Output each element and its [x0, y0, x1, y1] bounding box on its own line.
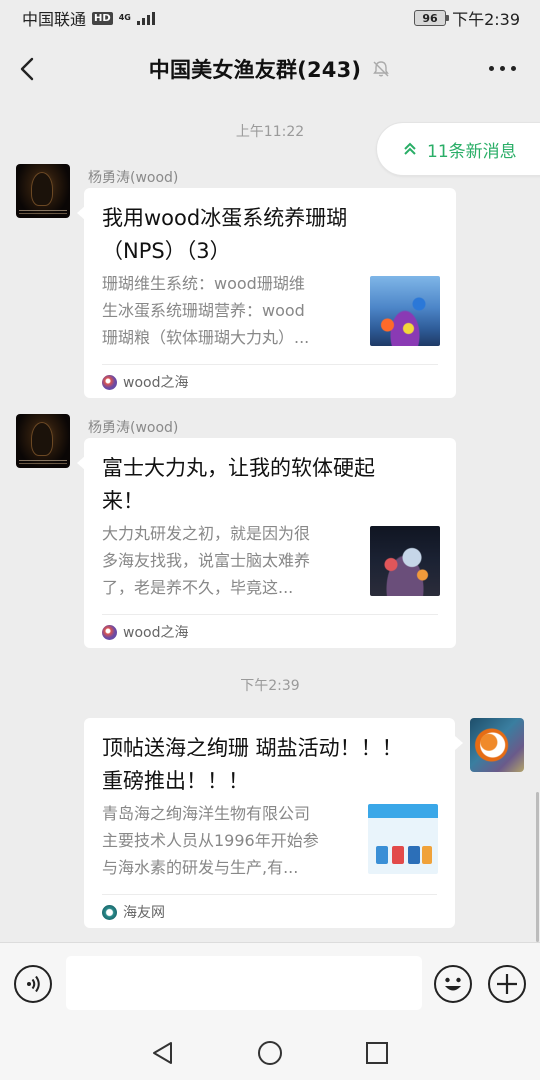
sender-avatar[interactable] — [16, 414, 70, 468]
card-desc-line: 主要技术人员从1996年开始参 — [102, 831, 319, 850]
network-type: 4G — [119, 14, 131, 22]
card-description: 珊瑚维生系统：wood珊瑚维 生冰蛋系统珊瑚营养：wood 珊瑚粮（软体珊瑚大力… — [102, 270, 352, 351]
card-desc-line: 与海水素的研发与生产,有... — [102, 858, 299, 877]
card-desc-line: 青岛海之绚海洋生物有限公司 — [102, 804, 311, 823]
status-right: 96 下午2:39 — [414, 6, 520, 30]
card-divider — [102, 364, 438, 365]
link-card[interactable]: 富士大力丸，让我的软体硬起 来！ 大力丸研发之初，就是因为很 多海友找我，说富士… — [84, 438, 456, 648]
sender-name: 杨勇涛(wood) — [88, 420, 179, 436]
signal-icon — [136, 11, 155, 25]
scrollbar[interactable] — [536, 792, 539, 942]
emoji-button[interactable] — [434, 965, 472, 1003]
nav-home-button[interactable] — [256, 1039, 284, 1067]
card-source: wood之海 — [102, 622, 188, 642]
source-name: wood之海 — [123, 625, 189, 641]
smiley-icon — [445, 977, 461, 991]
card-source: 海友网 — [102, 902, 165, 922]
link-card[interactable]: 我用wood冰蛋系统养珊瑚 （NPS）（3） 珊瑚维生系统：wood珊瑚维 生冰… — [84, 188, 456, 398]
card-desc-line: 多海友找我，说富士脑太难养 — [102, 551, 311, 570]
nav-back-button[interactable] — [149, 1039, 177, 1067]
new-messages-label: 11条新消息 — [427, 141, 517, 162]
new-messages-button[interactable]: 11条新消息 — [376, 122, 540, 176]
status-time: 下午2:39 — [452, 10, 520, 29]
card-title-line: 我用wood冰蛋系统养珊瑚 — [102, 206, 348, 230]
mute-bell-icon — [373, 61, 390, 77]
my-avatar[interactable] — [470, 718, 524, 772]
bubble-tail — [455, 736, 463, 750]
back-arrow-icon[interactable] — [16, 56, 42, 82]
voice-wave-icon — [27, 975, 40, 993]
source-logo-icon — [102, 624, 117, 640]
sender-avatar[interactable] — [16, 164, 70, 218]
hd-badge: HD — [92, 11, 113, 25]
card-desc-line: 珊瑚维生系统：wood珊瑚维 — [102, 274, 305, 293]
more-functions-button[interactable] — [488, 965, 526, 1003]
card-desc-line: 珊瑚粮（软体珊瑚大力丸）... — [102, 328, 310, 347]
system-nav-bar — [0, 1026, 540, 1080]
status-left: 中国联通 HD 4G — [22, 6, 155, 30]
voice-input-button[interactable] — [14, 965, 52, 1003]
source-name: wood之海 — [123, 375, 189, 391]
product-thumbnail — [368, 804, 438, 874]
network-type-label: 4G — [118, 13, 131, 22]
source-logo-icon — [102, 904, 117, 920]
input-bar — [0, 942, 540, 1026]
card-divider — [102, 894, 437, 895]
card-desc-line: 生冰蛋系统珊瑚营养：wood — [102, 301, 305, 320]
status-bar: 中国联通 HD 4G 96 下午2:39 — [0, 0, 540, 36]
triangle-back-icon — [153, 1042, 173, 1064]
link-card[interactable]: 顶帖送海之绚珊 瑚盐活动！！！ 重磅推出！！！ 青岛海之绚海洋生物有限公司 主要… — [84, 718, 455, 928]
chat-header: 中国美女渔友群(243) — [0, 36, 540, 102]
coral-tank-thumbnail — [370, 526, 440, 596]
card-title-line: 顶帖送海之绚珊 瑚盐活动！！！ — [102, 736, 403, 760]
source-name: 海友网 — [123, 905, 165, 921]
card-description: 青岛海之绚海洋生物有限公司 主要技术人员从1996年开始参 与海水素的研发与生产… — [102, 800, 358, 881]
card-title-line: （NPS）（3） — [102, 239, 231, 263]
plus-icon — [497, 974, 517, 994]
card-title: 顶帖送海之绚珊 瑚盐活动！！！ 重磅推出！！！ — [102, 732, 403, 798]
card-title: 我用wood冰蛋系统养珊瑚 （NPS）（3） — [102, 202, 347, 268]
card-title-line: 富士大力丸，让我的软体硬起 — [102, 456, 375, 480]
card-description: 大力丸研发之初，就是因为很 多海友找我，说富士脑太难养 了，老是养不久，毕竟这.… — [102, 520, 352, 601]
card-desc-line: 大力丸研发之初，就是因为很 — [102, 524, 311, 543]
message-input[interactable] — [66, 956, 422, 1010]
timestamp: 下午2:39 — [240, 678, 300, 694]
source-logo-icon — [102, 374, 117, 390]
card-desc-line: 了，老是养不久，毕竟这... — [102, 578, 294, 597]
circle-home-icon — [257, 1041, 282, 1065]
more-options-icon[interactable] — [489, 66, 516, 71]
card-title: 富士大力丸，让我的软体硬起 来！ — [102, 452, 375, 518]
carrier-label: 中国联通 — [22, 10, 87, 29]
card-title-line: 来！ — [102, 489, 144, 513]
coral-reef-thumbnail — [370, 276, 440, 346]
chat-title: 中国美女渔友群(243) — [148, 58, 362, 82]
battery-icon: 96 — [414, 10, 450, 26]
sender-name: 杨勇涛(wood) — [88, 170, 179, 186]
nav-recents-button[interactable] — [363, 1039, 391, 1067]
square-recents-icon — [365, 1042, 388, 1064]
card-title-line: 重磅推出！！！ — [102, 769, 249, 793]
card-source: wood之海 — [102, 372, 188, 392]
battery-level: 96 — [422, 11, 438, 25]
card-divider — [102, 614, 438, 615]
double-chevron-up-icon — [404, 142, 416, 155]
